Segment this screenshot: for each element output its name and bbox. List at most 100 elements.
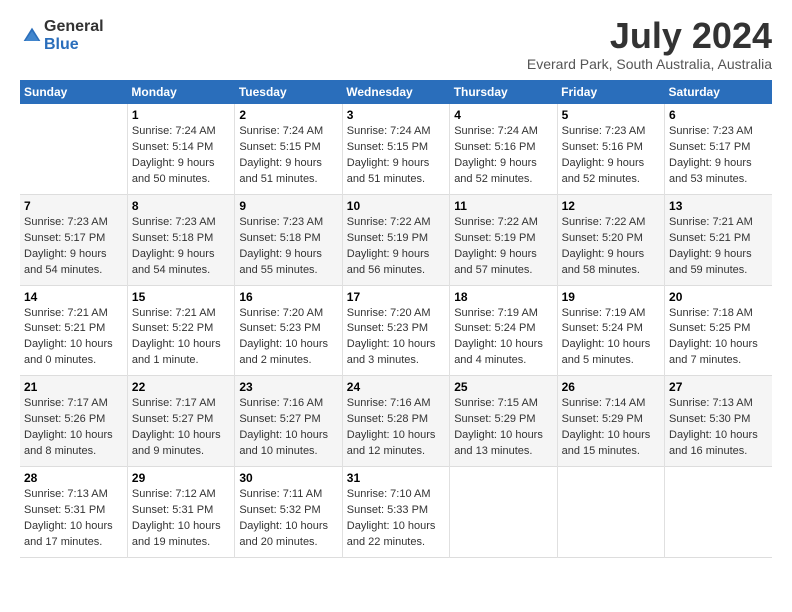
day-info: Sunrise: 7:21 AM Sunset: 5:21 PM Dayligh… (24, 306, 123, 370)
col-sunday: Sunday (20, 80, 127, 104)
day-number: 31 (347, 471, 445, 485)
week-row-4: 21 Sunrise: 7:17 AM Sunset: 5:26 PM Dayli… (20, 376, 772, 467)
day-info: Sunrise: 7:22 AM Sunset: 5:19 PM Dayligh… (454, 215, 552, 279)
cell-w2-d6: 13 Sunrise: 7:21 AM Sunset: 5:21 PM Dayli… (665, 194, 772, 285)
day-number: 28 (24, 471, 123, 485)
week-row-1: 1Sunrise: 7:24 AM Sunset: 5:14 PM Daylig… (20, 104, 772, 194)
day-info: Sunrise: 7:10 AM Sunset: 5:33 PM Dayligh… (347, 487, 445, 551)
day-info: Sunrise: 7:13 AM Sunset: 5:30 PM Dayligh… (669, 396, 768, 460)
day-info: Sunrise: 7:22 AM Sunset: 5:20 PM Dayligh… (562, 215, 660, 279)
col-saturday: Saturday (665, 80, 772, 104)
cell-w1-d3: 3Sunrise: 7:24 AM Sunset: 5:15 PM Daylig… (342, 104, 449, 194)
day-info: Sunrise: 7:24 AM Sunset: 5:16 PM Dayligh… (454, 124, 552, 188)
day-info: Sunrise: 7:19 AM Sunset: 5:24 PM Dayligh… (562, 306, 660, 370)
day-info: Sunrise: 7:11 AM Sunset: 5:32 PM Dayligh… (239, 487, 337, 551)
col-tuesday: Tuesday (235, 80, 342, 104)
cell-w2-d5: 12 Sunrise: 7:22 AM Sunset: 5:20 PM Dayli… (557, 194, 664, 285)
cell-w4-d0: 21 Sunrise: 7:17 AM Sunset: 5:26 PM Dayli… (20, 376, 127, 467)
day-info: Sunrise: 7:20 AM Sunset: 5:23 PM Dayligh… (347, 306, 445, 370)
header-row: Sunday Monday Tuesday Wednesday Thursday… (20, 80, 772, 104)
calendar-body: 1Sunrise: 7:24 AM Sunset: 5:14 PM Daylig… (20, 104, 772, 557)
cell-w1-d4: 4 Sunrise: 7:24 AM Sunset: 5:16 PM Daylig… (450, 104, 557, 194)
day-number: 20 (669, 290, 768, 304)
day-number: 21 (24, 380, 123, 394)
week-row-5: 28Sunrise: 7:13 AM Sunset: 5:31 PM Dayli… (20, 467, 772, 558)
day-number: 30 (239, 471, 337, 485)
day-number: 12 (562, 199, 660, 213)
day-number: 24 (347, 380, 445, 394)
day-number: 13 (669, 199, 768, 213)
day-number: 14 (24, 290, 123, 304)
week-row-3: 14 Sunrise: 7:21 AM Sunset: 5:21 PM Dayli… (20, 285, 772, 376)
cell-w3-d0: 14 Sunrise: 7:21 AM Sunset: 5:21 PM Dayli… (20, 285, 127, 376)
cell-w5-d0: 28Sunrise: 7:13 AM Sunset: 5:31 PM Dayli… (20, 467, 127, 558)
day-number: 1 (132, 108, 230, 122)
day-info: Sunrise: 7:19 AM Sunset: 5:24 PM Dayligh… (454, 306, 552, 370)
cell-w3-d4: 18Sunrise: 7:19 AM Sunset: 5:24 PM Dayli… (450, 285, 557, 376)
day-info: Sunrise: 7:14 AM Sunset: 5:29 PM Dayligh… (562, 396, 660, 460)
cell-w4-d6: 27 Sunrise: 7:13 AM Sunset: 5:30 PM Dayli… (665, 376, 772, 467)
cell-w1-d1: 1Sunrise: 7:24 AM Sunset: 5:14 PM Daylig… (127, 104, 234, 194)
logo-icon (22, 26, 42, 46)
day-info: Sunrise: 7:12 AM Sunset: 5:31 PM Dayligh… (132, 487, 230, 551)
day-info: Sunrise: 7:24 AM Sunset: 5:15 PM Dayligh… (347, 124, 445, 188)
day-info: Sunrise: 7:24 AM Sunset: 5:15 PM Dayligh… (239, 124, 337, 188)
title-block: July 2024 Everard Park, South Australia,… (527, 18, 772, 72)
cell-w3-d1: 15 Sunrise: 7:21 AM Sunset: 5:22 PM Dayli… (127, 285, 234, 376)
day-info: Sunrise: 7:16 AM Sunset: 5:28 PM Dayligh… (347, 396, 445, 460)
col-monday: Monday (127, 80, 234, 104)
cell-w3-d5: 19 Sunrise: 7:19 AM Sunset: 5:24 PM Dayli… (557, 285, 664, 376)
cell-w4-d4: 25Sunrise: 7:15 AM Sunset: 5:29 PM Dayli… (450, 376, 557, 467)
day-number: 15 (132, 290, 230, 304)
day-number: 25 (454, 380, 552, 394)
col-thursday: Thursday (450, 80, 557, 104)
day-number: 9 (239, 199, 337, 213)
day-number: 7 (24, 199, 123, 213)
col-friday: Friday (557, 80, 664, 104)
day-number: 19 (562, 290, 660, 304)
day-number: 11 (454, 199, 552, 213)
cell-w2-d4: 11 Sunrise: 7:22 AM Sunset: 5:19 PM Dayli… (450, 194, 557, 285)
day-info: Sunrise: 7:23 AM Sunset: 5:17 PM Dayligh… (669, 124, 768, 188)
logo-general: General (44, 18, 104, 36)
cell-w1-d2: 2 Sunrise: 7:24 AM Sunset: 5:15 PM Daylig… (235, 104, 342, 194)
day-info: Sunrise: 7:16 AM Sunset: 5:27 PM Dayligh… (239, 396, 337, 460)
day-info: Sunrise: 7:17 AM Sunset: 5:26 PM Dayligh… (24, 396, 123, 460)
day-info: Sunrise: 7:23 AM Sunset: 5:18 PM Dayligh… (239, 215, 337, 279)
cell-w4-d1: 22 Sunrise: 7:17 AM Sunset: 5:27 PM Dayli… (127, 376, 234, 467)
day-info: Sunrise: 7:23 AM Sunset: 5:16 PM Dayligh… (562, 124, 660, 188)
cell-w5-d1: 29Sunrise: 7:12 AM Sunset: 5:31 PM Dayli… (127, 467, 234, 558)
day-number: 10 (347, 199, 445, 213)
col-wednesday: Wednesday (342, 80, 449, 104)
day-info: Sunrise: 7:23 AM Sunset: 5:18 PM Dayligh… (132, 215, 230, 279)
page: General Blue July 2024 Everard Park, Sou… (0, 0, 792, 568)
day-info: Sunrise: 7:21 AM Sunset: 5:22 PM Dayligh… (132, 306, 230, 370)
cell-w2-d3: 10 Sunrise: 7:22 AM Sunset: 5:19 PM Dayli… (342, 194, 449, 285)
logo-blue: Blue (44, 36, 104, 54)
day-number: 4 (454, 108, 552, 122)
cell-w1-d0 (20, 104, 127, 194)
day-info: Sunrise: 7:20 AM Sunset: 5:23 PM Dayligh… (239, 306, 337, 370)
subtitle: Everard Park, South Australia, Australia (527, 56, 772, 72)
day-info: Sunrise: 7:22 AM Sunset: 5:19 PM Dayligh… (347, 215, 445, 279)
day-info: Sunrise: 7:23 AM Sunset: 5:17 PM Dayligh… (24, 215, 123, 279)
day-number: 17 (347, 290, 445, 304)
cell-w3-d2: 16Sunrise: 7:20 AM Sunset: 5:23 PM Dayli… (235, 285, 342, 376)
day-number: 22 (132, 380, 230, 394)
day-info: Sunrise: 7:18 AM Sunset: 5:25 PM Dayligh… (669, 306, 768, 370)
day-info: Sunrise: 7:17 AM Sunset: 5:27 PM Dayligh… (132, 396, 230, 460)
day-number: 23 (239, 380, 337, 394)
cell-w3-d3: 17 Sunrise: 7:20 AM Sunset: 5:23 PM Dayli… (342, 285, 449, 376)
cell-w5-d3: 31 Sunrise: 7:10 AM Sunset: 5:33 PM Dayli… (342, 467, 449, 558)
day-info: Sunrise: 7:21 AM Sunset: 5:21 PM Dayligh… (669, 215, 768, 279)
cell-w2-d2: 9 Sunrise: 7:23 AM Sunset: 5:18 PM Daylig… (235, 194, 342, 285)
day-number: 8 (132, 199, 230, 213)
day-number: 27 (669, 380, 768, 394)
day-number: 5 (562, 108, 660, 122)
calendar-table: Sunday Monday Tuesday Wednesday Thursday… (20, 80, 772, 558)
day-number: 2 (239, 108, 337, 122)
cell-w2-d0: 7 Sunrise: 7:23 AM Sunset: 5:17 PM Daylig… (20, 194, 127, 285)
cell-w2-d1: 8 Sunrise: 7:23 AM Sunset: 5:18 PM Daylig… (127, 194, 234, 285)
cell-w3-d6: 20 Sunrise: 7:18 AM Sunset: 5:25 PM Dayli… (665, 285, 772, 376)
main-title: July 2024 (527, 18, 772, 54)
